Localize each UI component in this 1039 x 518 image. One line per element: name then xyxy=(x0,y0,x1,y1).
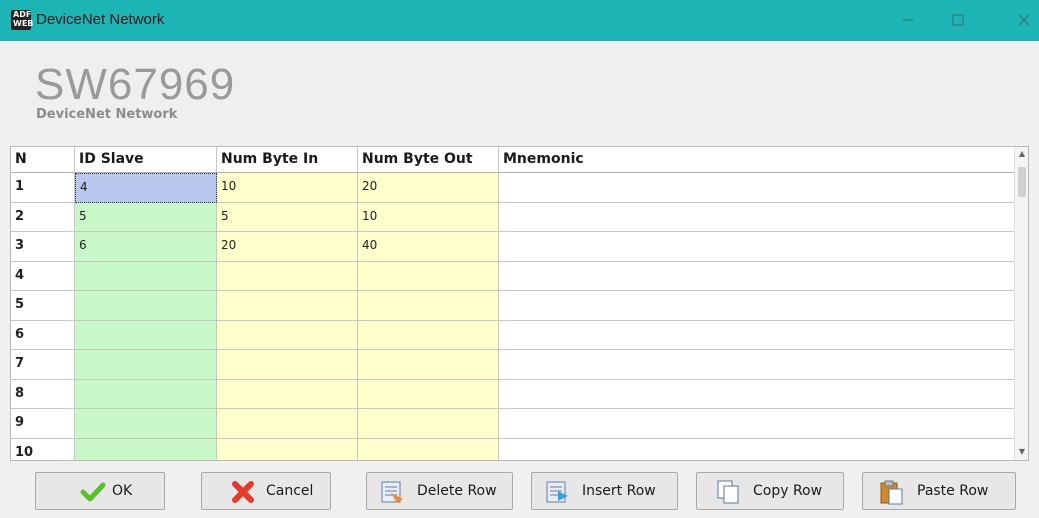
minimize-icon xyxy=(903,19,913,21)
id-slave-cell[interactable]: 5 xyxy=(75,202,217,232)
delete-row-icon xyxy=(381,481,403,503)
insert-row-button[interactable]: Insert Row xyxy=(531,472,678,510)
cancel-label: Cancel xyxy=(266,483,314,499)
cancel-button[interactable]: Cancel xyxy=(201,472,331,510)
copy-icon xyxy=(717,480,739,504)
id-slave-cell[interactable] xyxy=(75,261,217,291)
num-byte-in-cell[interactable] xyxy=(217,438,358,460)
cancel-x-icon xyxy=(232,481,254,503)
column-header-num-byte-in[interactable]: Num Byte In xyxy=(217,147,358,173)
mnemonic-cell[interactable] xyxy=(499,409,1016,439)
row-number-cell: 8 xyxy=(11,379,75,409)
num-byte-out-cell[interactable]: 20 xyxy=(358,173,499,203)
mnemonic-cell[interactable] xyxy=(499,350,1016,380)
num-byte-out-cell[interactable] xyxy=(358,438,499,460)
mnemonic-cell[interactable] xyxy=(499,202,1016,232)
column-header-mnemonic[interactable]: Mnemonic xyxy=(499,147,1016,173)
scroll-down-icon[interactable]: ▼ xyxy=(1019,447,1025,456)
mnemonic-cell[interactable] xyxy=(499,379,1016,409)
id-slave-cell[interactable] xyxy=(75,409,217,439)
insert-row-icon xyxy=(546,481,568,503)
id-slave-cell[interactable] xyxy=(75,350,217,380)
row-number-cell: 9 xyxy=(11,409,75,439)
insert-row-label: Insert Row xyxy=(582,483,656,499)
paste-icon xyxy=(880,480,903,505)
num-byte-out-cell[interactable] xyxy=(358,409,499,439)
title-bar: ADF WEB DeviceNet Network xyxy=(0,0,1039,41)
maximize-icon xyxy=(952,14,964,26)
num-byte-in-cell[interactable] xyxy=(217,379,358,409)
close-button[interactable] xyxy=(1010,6,1038,34)
id-slave-cell[interactable] xyxy=(75,291,217,321)
product-code: SW67969 xyxy=(35,60,236,109)
row-number-cell: 7 xyxy=(11,350,75,380)
row-number-cell: 5 xyxy=(11,291,75,321)
scrollbar-thumb[interactable] xyxy=(1018,167,1026,197)
num-byte-in-cell[interactable]: 20 xyxy=(217,232,358,262)
mnemonic-cell[interactable] xyxy=(499,291,1016,321)
paste-row-label: Paste Row xyxy=(917,483,989,499)
minimize-button[interactable] xyxy=(894,6,922,34)
paste-row-button[interactable]: Paste Row xyxy=(862,472,1016,510)
maximize-button[interactable] xyxy=(944,6,972,34)
close-icon xyxy=(1018,14,1030,26)
num-byte-out-cell[interactable] xyxy=(358,350,499,380)
copy-row-label: Copy Row xyxy=(753,483,823,499)
devicenet-table: N ID Slave Num Byte In Num Byte Out Mnem… xyxy=(10,146,1029,461)
logo-text-top: ADF xyxy=(13,10,32,19)
copy-row-button[interactable]: Copy Row xyxy=(696,472,844,510)
id-slave-cell[interactable] xyxy=(75,320,217,350)
column-header-id-slave[interactable]: ID Slave xyxy=(75,147,217,173)
checkmark-icon xyxy=(80,482,106,502)
row-number-cell: 6 xyxy=(11,320,75,350)
ok-button[interactable]: OK xyxy=(35,472,165,510)
num-byte-in-cell[interactable]: 10 xyxy=(217,173,358,203)
page-subtitle: DeviceNet Network xyxy=(36,107,178,122)
mnemonic-cell[interactable] xyxy=(499,320,1016,350)
id-slave-cell[interactable]: 6 xyxy=(75,232,217,262)
num-byte-out-cell[interactable] xyxy=(358,291,499,321)
scroll-up-icon[interactable]: ▲ xyxy=(1019,149,1025,158)
row-number-cell: 10 xyxy=(11,438,75,460)
num-byte-in-cell[interactable] xyxy=(217,261,358,291)
id-slave-cell[interactable]: 4 xyxy=(75,173,217,203)
vertical-scrollbar[interactable]: ▲ ▼ xyxy=(1014,147,1028,460)
row-number-cell: 3 xyxy=(11,232,75,262)
num-byte-out-cell[interactable]: 10 xyxy=(358,202,499,232)
delete-row-label: Delete Row xyxy=(417,483,497,499)
num-byte-out-cell[interactable] xyxy=(358,379,499,409)
window-title: DeviceNet Network xyxy=(36,11,165,28)
id-slave-cell[interactable] xyxy=(75,379,217,409)
mnemonic-cell[interactable] xyxy=(499,261,1016,291)
row-number-cell: 2 xyxy=(11,202,75,232)
num-byte-in-cell[interactable] xyxy=(217,320,358,350)
delete-row-button[interactable]: Delete Row xyxy=(366,472,513,510)
num-byte-in-cell[interactable] xyxy=(217,350,358,380)
app-logo-icon: ADF WEB xyxy=(11,10,34,30)
row-number-cell: 1 xyxy=(11,173,75,203)
mnemonic-cell[interactable] xyxy=(499,173,1016,203)
num-byte-in-cell[interactable] xyxy=(217,291,358,321)
num-byte-in-cell[interactable]: 5 xyxy=(217,202,358,232)
id-slave-cell[interactable] xyxy=(75,438,217,460)
column-header-num-byte-out[interactable]: Num Byte Out xyxy=(358,147,499,173)
num-byte-out-cell[interactable] xyxy=(358,261,499,291)
row-number-cell: 4 xyxy=(11,261,75,291)
ok-label: OK xyxy=(112,483,133,499)
column-header-n[interactable]: N xyxy=(11,147,75,173)
mnemonic-cell[interactable] xyxy=(499,232,1016,262)
mnemonic-cell[interactable] xyxy=(499,438,1016,460)
num-byte-out-cell[interactable]: 40 xyxy=(358,232,499,262)
num-byte-out-cell[interactable] xyxy=(358,320,499,350)
logo-text-bottom: WEB xyxy=(13,19,34,28)
num-byte-in-cell[interactable] xyxy=(217,409,358,439)
